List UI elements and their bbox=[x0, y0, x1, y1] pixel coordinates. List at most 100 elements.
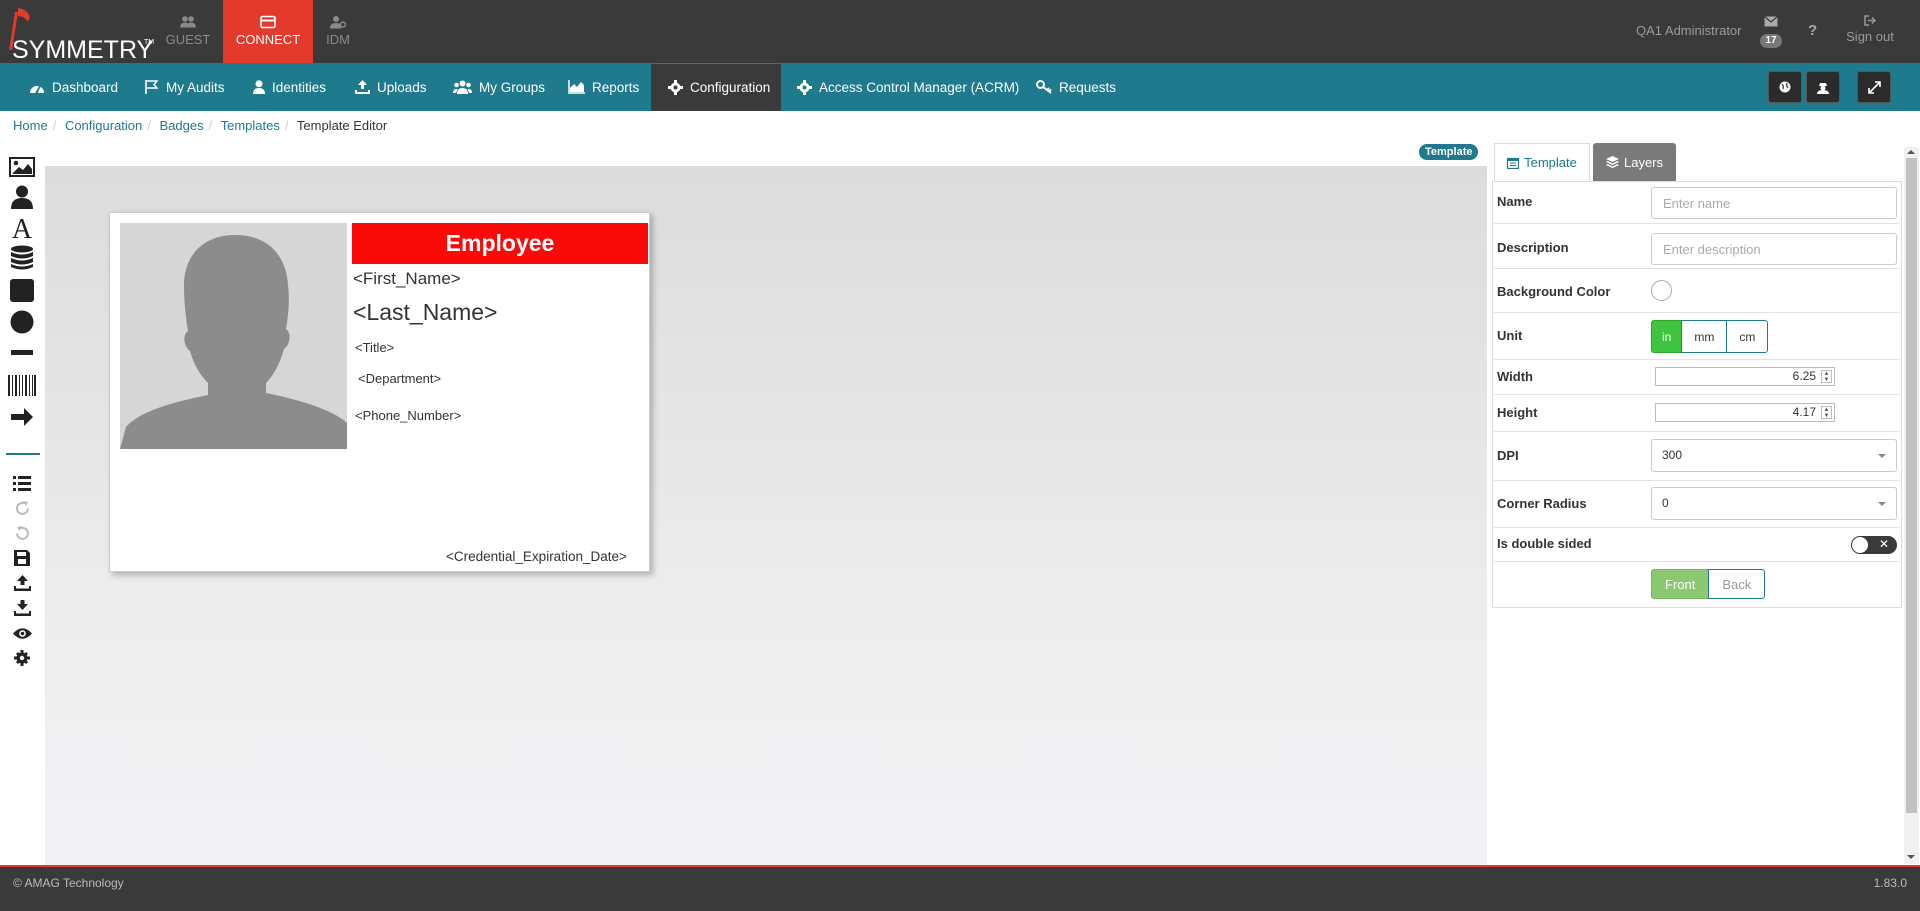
corner-radius-select[interactable]: 0 bbox=[1651, 487, 1897, 520]
expiration-date-field[interactable]: <Credential_Expiration_Date> bbox=[446, 549, 627, 564]
width-spinner[interactable]: 6.25 ▲ ▼ bbox=[1655, 367, 1835, 386]
add-photo-tool[interactable] bbox=[8, 184, 36, 210]
arrow-right-icon bbox=[11, 408, 33, 426]
corner-radius-value: 0 bbox=[1662, 496, 1669, 510]
spinner-arrows-icon[interactable]: ▲ ▼ bbox=[1821, 406, 1832, 419]
badge-card[interactable]: Employee <First_Name> <Last_Name> <Title… bbox=[109, 212, 650, 572]
name-input[interactable] bbox=[1651, 187, 1897, 219]
nav-item-dashboard[interactable]: Dashboard bbox=[29, 63, 118, 111]
text-icon: A bbox=[12, 215, 33, 241]
add-text-tool[interactable]: A bbox=[8, 215, 36, 241]
breadcrumb-badges[interactable]: Badges bbox=[160, 118, 204, 133]
card-icon bbox=[260, 15, 276, 29]
background-color-picker[interactable] bbox=[1651, 280, 1672, 301]
phone-number-field[interactable]: <Phone_Number> bbox=[355, 408, 461, 423]
add-rectangle-tool[interactable] bbox=[8, 277, 36, 303]
user-secret-icon bbox=[1817, 82, 1829, 94]
tab-layers[interactable]: Layers bbox=[1593, 143, 1676, 181]
add-image-tool[interactable] bbox=[8, 154, 36, 180]
undo-button[interactable] bbox=[8, 520, 36, 546]
breadcrumb-templates[interactable]: Templates bbox=[221, 118, 280, 133]
user-name[interactable]: QA1 Administrator bbox=[1636, 23, 1742, 38]
calendar-icon bbox=[1507, 157, 1520, 169]
add-barcode-tool[interactable] bbox=[8, 372, 36, 398]
app-tab-guest[interactable]: GUEST bbox=[143, 0, 233, 63]
last-name-field[interactable]: <Last_Name> bbox=[353, 299, 497, 326]
unit-in-button[interactable]: in bbox=[1651, 320, 1683, 353]
first-name-field[interactable]: <First_Name> bbox=[353, 269, 461, 289]
import-button[interactable] bbox=[8, 595, 36, 621]
nav-item-requests[interactable]: Requests bbox=[1036, 63, 1116, 111]
app-tab-idm[interactable]: IDM bbox=[293, 0, 383, 63]
scrollbar-thumb[interactable] bbox=[1906, 158, 1917, 813]
help-button[interactable]: ? bbox=[1808, 22, 1817, 39]
upload-icon bbox=[13, 575, 31, 591]
preview-button[interactable] bbox=[8, 620, 36, 646]
redo-button[interactable] bbox=[8, 495, 36, 521]
nav-item-identities[interactable]: Identities bbox=[253, 63, 326, 111]
nav-label: Access Control Manager (ACRM) bbox=[819, 79, 1020, 95]
breadcrumb-home[interactable]: Home bbox=[13, 118, 48, 133]
photo-placeholder[interactable] bbox=[120, 223, 347, 449]
messages-button[interactable]: 17 bbox=[1757, 14, 1785, 50]
user-secret-button[interactable] bbox=[1806, 71, 1840, 103]
area-chart-icon bbox=[568, 80, 585, 94]
settings-button[interactable] bbox=[8, 645, 36, 671]
department-field[interactable]: <Department> bbox=[358, 371, 441, 386]
nav-item-configuration[interactable]: Configuration bbox=[651, 63, 781, 111]
side-selector: Front Back bbox=[1651, 569, 1766, 599]
tab-template-label: Template bbox=[1524, 155, 1577, 170]
barcode-icon bbox=[8, 374, 36, 396]
globe-button[interactable] bbox=[1768, 71, 1802, 103]
description-label: Description bbox=[1497, 240, 1569, 255]
app-tab-label: CONNECT bbox=[235, 32, 301, 47]
nav-item-uploads[interactable]: Uploads bbox=[355, 63, 427, 111]
nav-item-my-groups[interactable]: My Groups bbox=[453, 63, 545, 111]
flag-icon bbox=[145, 80, 159, 94]
gear-icon bbox=[797, 79, 812, 95]
add-arrow-tool[interactable] bbox=[8, 404, 36, 430]
footer: © AMAG Technology 1.83.0 bbox=[0, 865, 1920, 911]
dpi-select[interactable]: 300 bbox=[1651, 439, 1897, 472]
spinner-arrows-icon[interactable]: ▲ ▼ bbox=[1821, 370, 1832, 383]
scroll-up-icon[interactable] bbox=[1907, 150, 1915, 154]
title-field[interactable]: <Title> bbox=[355, 340, 394, 355]
unit-mm-button[interactable]: mm bbox=[1681, 320, 1728, 353]
badge-banner[interactable]: Employee bbox=[352, 223, 648, 264]
corner-radius-label: Corner Radius bbox=[1497, 496, 1587, 511]
unit-cm-button[interactable]: cm bbox=[1726, 320, 1769, 353]
double-sided-label: Is double sided bbox=[1497, 536, 1592, 551]
svg-text:A: A bbox=[12, 215, 33, 241]
template-badge: Template bbox=[1419, 144, 1479, 160]
list-icon bbox=[13, 475, 31, 491]
breadcrumb-current: Template Editor bbox=[296, 118, 388, 133]
list-tool[interactable] bbox=[8, 470, 36, 496]
layers-icon bbox=[1605, 156, 1619, 168]
image-icon bbox=[9, 157, 35, 177]
tab-template[interactable]: Template bbox=[1494, 143, 1590, 181]
nav-item-acrm[interactable]: Access Control Manager (ACRM) bbox=[797, 63, 1019, 111]
symmetry-logo[interactable]: SYMMETRY TM bbox=[6, 6, 154, 64]
upload-icon bbox=[355, 80, 370, 94]
main-nav: Dashboard My Audits Identities Uploads M… bbox=[0, 63, 1920, 111]
key-icon bbox=[1036, 80, 1052, 94]
add-ellipse-tool[interactable] bbox=[8, 309, 36, 335]
breadcrumb-configuration[interactable]: Configuration bbox=[65, 118, 142, 133]
export-button[interactable] bbox=[8, 570, 36, 596]
double-sided-toggle[interactable]: ✕ bbox=[1851, 536, 1897, 554]
undo-icon bbox=[15, 525, 29, 540]
add-data-field-tool[interactable] bbox=[8, 245, 36, 271]
fullscreen-button[interactable] bbox=[1857, 71, 1891, 103]
scroll-down-icon[interactable] bbox=[1907, 855, 1915, 859]
save-button[interactable] bbox=[8, 545, 36, 571]
add-line-tool[interactable] bbox=[8, 340, 36, 366]
line-icon bbox=[11, 350, 33, 355]
sign-out-button[interactable]: Sign out bbox=[1840, 15, 1900, 44]
height-spinner[interactable]: 4.17 ▲ ▼ bbox=[1655, 403, 1835, 422]
description-input[interactable] bbox=[1651, 233, 1897, 265]
front-button[interactable]: Front bbox=[1651, 569, 1710, 599]
nav-item-reports[interactable]: Reports bbox=[568, 63, 639, 111]
width-value: 6.25 bbox=[1792, 369, 1816, 383]
back-button[interactable]: Back bbox=[1708, 569, 1766, 599]
nav-item-my-audits[interactable]: My Audits bbox=[144, 63, 225, 111]
